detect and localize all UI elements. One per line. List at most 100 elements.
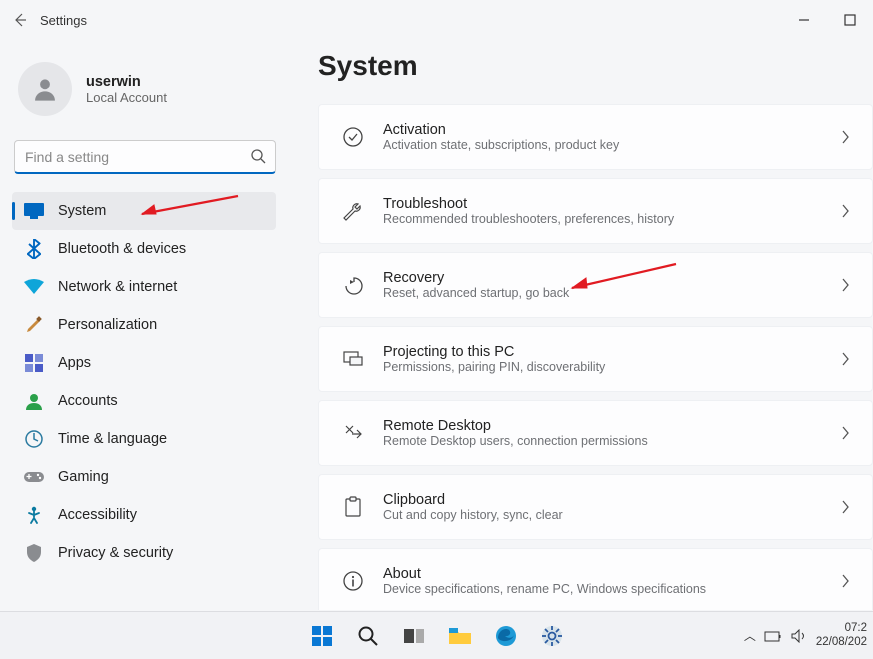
- arrow-left-icon: [12, 12, 28, 28]
- sidebar-item-personalization[interactable]: Personalization: [12, 306, 276, 344]
- card-activation[interactable]: ActivationActivation state, subscription…: [318, 104, 873, 170]
- maximize-button[interactable]: [827, 0, 873, 40]
- card-title: Activation: [383, 122, 619, 138]
- content-pane: System ActivationActivation state, subsc…: [290, 40, 873, 610]
- sidebar-item-accessibility[interactable]: Accessibility: [12, 496, 276, 534]
- card-title: About: [383, 566, 706, 582]
- card-sub: Remote Desktop users, connection permiss…: [383, 434, 648, 448]
- chevron-right-icon: [840, 278, 850, 292]
- sidebar-item-gaming[interactable]: Gaming: [12, 458, 276, 496]
- chevron-right-icon: [840, 204, 850, 218]
- card-remote-desktop[interactable]: Remote DesktopRemote Desktop users, conn…: [318, 400, 873, 466]
- clock-time: 07:2: [816, 622, 867, 635]
- tray-network-icon[interactable]: [764, 629, 782, 643]
- clipboard-icon: [341, 495, 365, 519]
- card-title: Remote Desktop: [383, 418, 648, 434]
- sidebar-item-label: Accessibility: [58, 507, 137, 523]
- apps-icon: [24, 353, 44, 373]
- taskbar: ︿ 07:2 22/08/202: [0, 611, 873, 659]
- card-sub: Cut and copy history, sync, clear: [383, 508, 563, 522]
- account-sub: Local Account: [86, 90, 167, 105]
- account-name: userwin: [86, 74, 167, 90]
- sidebar-item-label: Gaming: [58, 469, 109, 485]
- projecting-icon: [341, 347, 365, 371]
- sidebar-item-time-language[interactable]: Time & language: [12, 420, 276, 458]
- sidebar: userwin Local Account System Bluetooth &…: [0, 40, 290, 610]
- tray-volume-icon[interactable]: [790, 629, 808, 643]
- tray-overflow[interactable]: ︿: [744, 627, 756, 644]
- gaming-icon: [24, 467, 44, 487]
- card-title: Recovery: [383, 270, 569, 286]
- taskbar-settings[interactable]: [532, 616, 572, 656]
- brush-icon: [24, 315, 44, 335]
- taskbar-taskview[interactable]: [394, 616, 434, 656]
- search-icon: [357, 625, 379, 647]
- card-about[interactable]: AboutDevice specifications, rename PC, W…: [318, 548, 873, 610]
- sidebar-item-label: Privacy & security: [58, 545, 173, 561]
- gear-icon: [540, 624, 564, 648]
- card-sub: Recommended troubleshooters, preferences…: [383, 212, 674, 226]
- accessibility-icon: [24, 505, 44, 525]
- start-button[interactable]: [302, 616, 342, 656]
- sidebar-item-label: Personalization: [58, 317, 157, 333]
- account-block[interactable]: userwin Local Account: [12, 56, 290, 136]
- taskbar-explorer[interactable]: [440, 616, 480, 656]
- sidebar-item-privacy[interactable]: Privacy & security: [12, 534, 276, 572]
- avatar: [18, 62, 72, 116]
- card-sub: Device specifications, rename PC, Window…: [383, 582, 706, 596]
- windows-icon: [310, 624, 334, 648]
- chevron-right-icon: [840, 130, 850, 144]
- info-icon: [341, 569, 365, 593]
- chevron-right-icon: [840, 500, 850, 514]
- card-projecting[interactable]: Projecting to this PCPermissions, pairin…: [318, 326, 873, 392]
- remote-desktop-icon: [341, 421, 365, 445]
- sidebar-item-accounts[interactable]: Accounts: [12, 382, 276, 420]
- maximize-icon: [844, 14, 856, 26]
- display-icon: [24, 201, 44, 221]
- card-sub: Permissions, pairing PIN, discoverabilit…: [383, 360, 605, 374]
- page-title: System: [318, 50, 873, 82]
- sidebar-item-label: Time & language: [58, 431, 167, 447]
- back-button[interactable]: [0, 0, 40, 40]
- taskbar-search[interactable]: [348, 616, 388, 656]
- search-input[interactable]: [14, 140, 276, 174]
- shield-icon: [24, 543, 44, 563]
- clock-globe-icon: [24, 429, 44, 449]
- wifi-icon: [24, 277, 44, 297]
- card-sub: Activation state, subscriptions, product…: [383, 138, 619, 152]
- annotation-arrow: [560, 260, 680, 294]
- account-icon: [24, 391, 44, 411]
- sidebar-item-label: Accounts: [58, 393, 118, 409]
- wrench-icon: [341, 199, 365, 223]
- person-icon: [31, 75, 59, 103]
- folder-icon: [448, 626, 472, 646]
- chevron-right-icon: [840, 574, 850, 588]
- card-title: Projecting to this PC: [383, 344, 605, 360]
- card-clipboard[interactable]: ClipboardCut and copy history, sync, cle…: [318, 474, 873, 540]
- sidebar-item-label: Network & internet: [58, 279, 177, 295]
- chevron-right-icon: [840, 352, 850, 366]
- sidebar-item-bluetooth[interactable]: Bluetooth & devices: [12, 230, 276, 268]
- search-box[interactable]: [14, 140, 276, 174]
- check-circle-icon: [341, 125, 365, 149]
- taskbar-clock[interactable]: 07:2 22/08/202: [816, 622, 867, 648]
- card-troubleshoot[interactable]: TroubleshootRecommended troubleshooters,…: [318, 178, 873, 244]
- taskview-icon: [403, 626, 425, 646]
- bluetooth-icon: [24, 239, 44, 259]
- card-sub: Reset, advanced startup, go back: [383, 286, 569, 300]
- minimize-button[interactable]: [781, 0, 827, 40]
- sidebar-item-label: System: [58, 203, 106, 219]
- card-title: Troubleshoot: [383, 196, 674, 212]
- sidebar-item-apps[interactable]: Apps: [12, 344, 276, 382]
- minimize-icon: [798, 14, 810, 26]
- taskbar-edge[interactable]: [486, 616, 526, 656]
- search-icon: [250, 148, 266, 164]
- clock-date: 22/08/202: [816, 636, 867, 649]
- chevron-right-icon: [840, 426, 850, 440]
- annotation-arrow: [130, 192, 240, 220]
- card-title: Clipboard: [383, 492, 563, 508]
- recovery-icon: [341, 273, 365, 297]
- sidebar-item-label: Bluetooth & devices: [58, 241, 186, 257]
- sidebar-item-label: Apps: [58, 355, 91, 371]
- sidebar-item-network[interactable]: Network & internet: [12, 268, 276, 306]
